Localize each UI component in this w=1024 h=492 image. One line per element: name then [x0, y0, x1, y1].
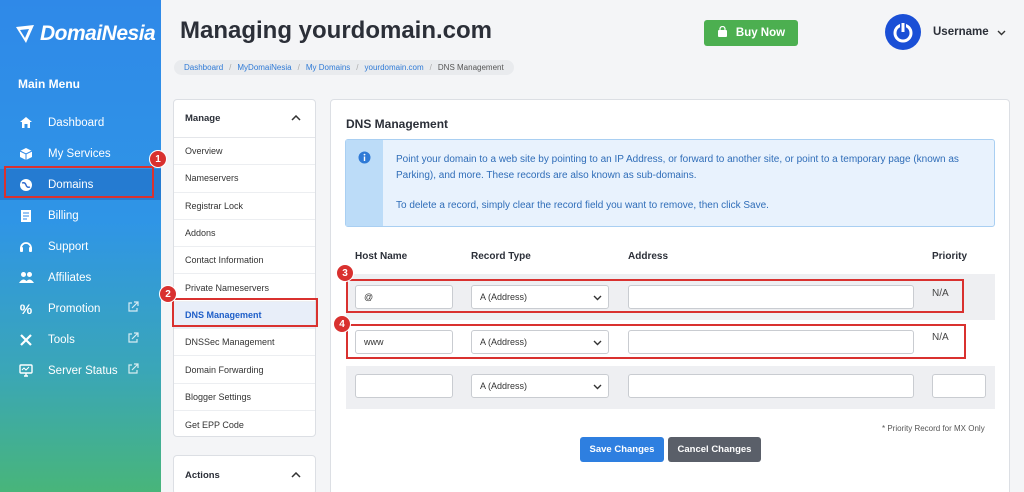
external-link-icon — [127, 363, 139, 375]
info-alert: Point your domain to a web site by point… — [345, 139, 995, 227]
main-menu-title: Main Menu — [18, 77, 80, 91]
annotation-box-4 — [346, 324, 966, 359]
user-menu[interactable]: Username — [885, 14, 1006, 50]
brand-name: DomaiNesia — [40, 22, 156, 45]
sidebar-item-label: Support — [48, 240, 89, 253]
manage-item-registrar-lock[interactable]: Registrar Lock — [174, 193, 315, 220]
actions-panel-header[interactable]: Actions — [174, 456, 315, 492]
external-link-icon — [127, 332, 139, 344]
sidebar-item-label: My Services — [48, 147, 111, 160]
shopping-bag-icon — [717, 25, 728, 41]
manage-panel-header[interactable]: Manage — [174, 100, 315, 138]
manage-panel: Manage Overview Nameservers Registrar Lo… — [173, 99, 316, 437]
info-icon — [358, 151, 371, 226]
monitor-icon — [18, 363, 34, 379]
main-menu: Dashboard My Services Domains Billing Su… — [0, 107, 161, 386]
sidebar-item-my-services[interactable]: My Services — [0, 138, 161, 169]
record-type-value: A (Address) — [480, 381, 528, 391]
buy-now-label: Buy Now — [735, 27, 786, 39]
manage-item-overview[interactable]: Overview — [174, 138, 315, 166]
sidebar-item-label: Tools — [48, 333, 75, 346]
annotation-badge-4: 4 — [333, 315, 351, 333]
annotation-badge-3: 3 — [336, 264, 354, 282]
document-icon — [18, 208, 34, 224]
annotation-box-2 — [172, 298, 318, 327]
column-record-type: Record Type — [471, 251, 531, 262]
breadcrumb-my-domains[interactable]: My Domains — [306, 63, 350, 72]
percent-icon: % — [19, 300, 33, 317]
host-name-input[interactable] — [355, 374, 453, 398]
username: Username — [933, 26, 989, 38]
manage-item-domain-forwarding[interactable]: Domain Forwarding — [174, 356, 315, 384]
sidebar-item-server-status[interactable]: Server Status — [0, 355, 161, 386]
sidebar-item-label: Server Status — [48, 364, 118, 377]
tools-icon — [18, 332, 34, 348]
dns-title: DNS Management — [346, 117, 449, 131]
breadcrumb-domain[interactable]: yourdomain.com — [365, 63, 424, 72]
info-line-1: Point your domain to a web site by point… — [396, 154, 959, 181]
breadcrumb-dashboard[interactable]: Dashboard — [184, 63, 223, 72]
sidebar: DomaiNesia Main Menu Dashboard My Servic… — [0, 0, 161, 492]
annotation-badge-2: 2 — [159, 285, 177, 303]
domainesia-logo-icon — [14, 23, 36, 45]
info-text: Point your domain to a web site by point… — [396, 152, 986, 214]
record-type-select[interactable]: A (Address) — [471, 374, 609, 398]
cancel-changes-button[interactable]: Cancel Changes — [668, 437, 761, 462]
priority-input[interactable] — [932, 374, 986, 398]
sidebar-item-label: Promotion — [48, 302, 101, 315]
annotation-badge-1: 1 — [149, 150, 167, 168]
chevron-down-icon — [997, 23, 1006, 41]
actions-panel-title: Actions — [185, 469, 220, 481]
sidebar-item-label: Billing — [48, 209, 79, 222]
sidebar-item-promotion[interactable]: % Promotion — [0, 293, 161, 324]
actions-panel: Actions — [173, 455, 316, 492]
sidebar-item-label: Affiliates — [48, 271, 92, 284]
sidebar-item-label: Dashboard — [48, 116, 105, 129]
cube-icon — [18, 146, 34, 162]
manage-item-addons[interactable]: Addons — [174, 220, 315, 248]
chevron-down-icon — [593, 382, 602, 393]
manage-item-get-epp-code[interactable]: Get EPP Code — [174, 411, 315, 438]
manage-item-nameservers[interactable]: Nameservers — [174, 165, 315, 193]
save-changes-button[interactable]: Save Changes — [580, 437, 664, 462]
manage-item-blogger-settings[interactable]: Blogger Settings — [174, 384, 315, 411]
manage-list: Overview Nameservers Registrar Lock Addo… — [174, 138, 315, 438]
info-line-2: To delete a record, simply clear the rec… — [396, 200, 769, 211]
manage-panel-title: Manage — [185, 113, 221, 124]
info-strip — [346, 140, 383, 226]
buy-now-button[interactable]: Buy Now — [704, 20, 798, 46]
chevron-up-icon — [291, 113, 301, 124]
sidebar-item-affiliates[interactable]: Affiliates — [0, 262, 161, 293]
column-address: Address — [628, 251, 669, 262]
headset-icon — [18, 239, 34, 255]
page-title: Managing yourdomain.com — [180, 17, 493, 44]
annotation-box-1 — [4, 166, 154, 198]
sidebar-item-dashboard[interactable]: Dashboard — [0, 107, 161, 138]
avatar — [885, 14, 921, 50]
column-host-name: Host Name — [355, 251, 408, 262]
external-link-icon — [127, 301, 139, 313]
brand-logo[interactable]: DomaiNesia — [14, 22, 156, 46]
address-input[interactable] — [628, 374, 914, 398]
sidebar-item-support[interactable]: Support — [0, 231, 161, 262]
chevron-up-icon — [291, 470, 301, 481]
priority-note: * Priority Record for MX Only — [882, 424, 985, 433]
breadcrumb-current: DNS Management — [437, 63, 504, 72]
annotation-box-3 — [346, 279, 964, 313]
sidebar-item-billing[interactable]: Billing — [0, 200, 161, 231]
breadcrumb-mydomainesia[interactable]: MyDomaiNesia — [237, 63, 291, 72]
manage-item-dnssec-management[interactable]: DNSSec Management — [174, 329, 315, 357]
home-icon — [18, 115, 34, 131]
sidebar-item-tools[interactable]: Tools — [0, 324, 161, 355]
column-priority: Priority — [932, 251, 968, 262]
people-icon — [18, 270, 34, 286]
manage-item-contact-information[interactable]: Contact Information — [174, 247, 315, 275]
breadcrumb: Dashboard / MyDomaiNesia / My Domains / you… — [174, 60, 514, 75]
